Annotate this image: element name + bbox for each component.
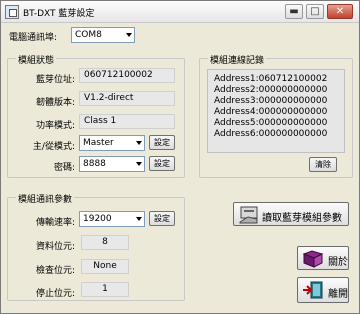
comm-params-title: 模組通訊參數 (16, 192, 75, 205)
firmware-label: 韌體版本: (35, 98, 75, 108)
baud-label: 傳輸速率: (35, 218, 75, 228)
parity-value: None (81, 259, 129, 274)
about-button[interactable]: 關於 (297, 246, 349, 270)
read-params-label: 讀取藍芽模組參數 (262, 213, 342, 224)
exit-label: 離開 (328, 289, 348, 300)
power-label: 功率模式: (35, 121, 75, 131)
title-bar: BT-DXT 藍芽設定 ▬ □ ✕ (1, 1, 359, 23)
exit-door-icon (303, 281, 323, 299)
clear-log-button[interactable]: 清除 (309, 157, 337, 172)
minimize-icon: ▬ (289, 6, 299, 17)
pin-label: 密碼: (53, 163, 75, 173)
data-bits-label: 資料位元: (35, 242, 75, 252)
hand-card-icon (239, 206, 258, 224)
com-port-value: COM8 (75, 30, 102, 40)
chevron-down-icon (136, 141, 142, 145)
stop-bits-value: 1 (81, 282, 129, 297)
log-entry: Address3:000000000000 (214, 96, 328, 106)
connection-log-list[interactable]: Address1:060712100002 Address2:000000000… (207, 69, 345, 153)
book-icon (302, 250, 324, 268)
parity-label: 檢查位元: (35, 266, 75, 276)
maximize-icon: □ (310, 6, 320, 17)
stop-bits-label: 停止位元: (35, 289, 75, 299)
data-bits-value: 8 (81, 235, 129, 250)
log-entry: Address5:000000000000 (214, 118, 328, 128)
connection-log-title: 模組連線記錄 (208, 53, 267, 66)
app-window: BT-DXT 藍芽設定 ▬ □ ✕ 電腦通訊埠: COM8 模組狀態 藍芽位址:… (0, 0, 360, 314)
log-entry: Address4:000000000000 (214, 107, 328, 117)
baud-select[interactable]: 19200 (79, 211, 145, 227)
pin-select[interactable]: 8888 (79, 156, 145, 172)
app-icon (5, 5, 19, 19)
mode-set-button[interactable]: 設定 (149, 135, 175, 150)
mode-label: 主/從模式: (32, 142, 75, 152)
exit-button[interactable]: 離開 (297, 277, 349, 303)
pin-value: 8888 (83, 159, 106, 169)
log-entry: Address2:000000000000 (214, 85, 328, 95)
com-port-select[interactable]: COM8 (71, 27, 135, 43)
baud-set-button[interactable]: 設定 (149, 211, 175, 226)
minimize-button[interactable]: ▬ (285, 4, 303, 19)
chevron-down-icon (136, 162, 142, 166)
mode-select[interactable]: Master (79, 135, 145, 151)
read-params-button[interactable]: 讀取藍芽模組參數 (233, 202, 349, 226)
power-value: Class 1 (79, 114, 175, 129)
chevron-down-icon (136, 217, 142, 221)
module-status-title: 模組狀態 (16, 53, 57, 66)
close-icon: ✕ (335, 6, 345, 17)
maximize-button[interactable]: □ (306, 4, 324, 19)
log-entry: Address6:000000000000 (214, 129, 328, 139)
log-entry: Address1:060712100002 (214, 74, 328, 84)
window-title: BT-DXT 藍芽設定 (23, 9, 95, 19)
close-button[interactable]: ✕ (327, 4, 353, 19)
address-value: 060712100002 (79, 68, 175, 83)
baud-value: 19200 (83, 214, 112, 224)
com-port-label: 電腦通訊埠: (9, 33, 58, 43)
mode-value: Master (83, 138, 114, 148)
address-label: 藍芽位址: (35, 75, 75, 85)
chevron-down-icon (126, 33, 132, 37)
firmware-value: V1.2-direct (79, 91, 175, 106)
pin-set-button[interactable]: 設定 (149, 156, 175, 171)
about-label: 關於 (328, 257, 348, 268)
